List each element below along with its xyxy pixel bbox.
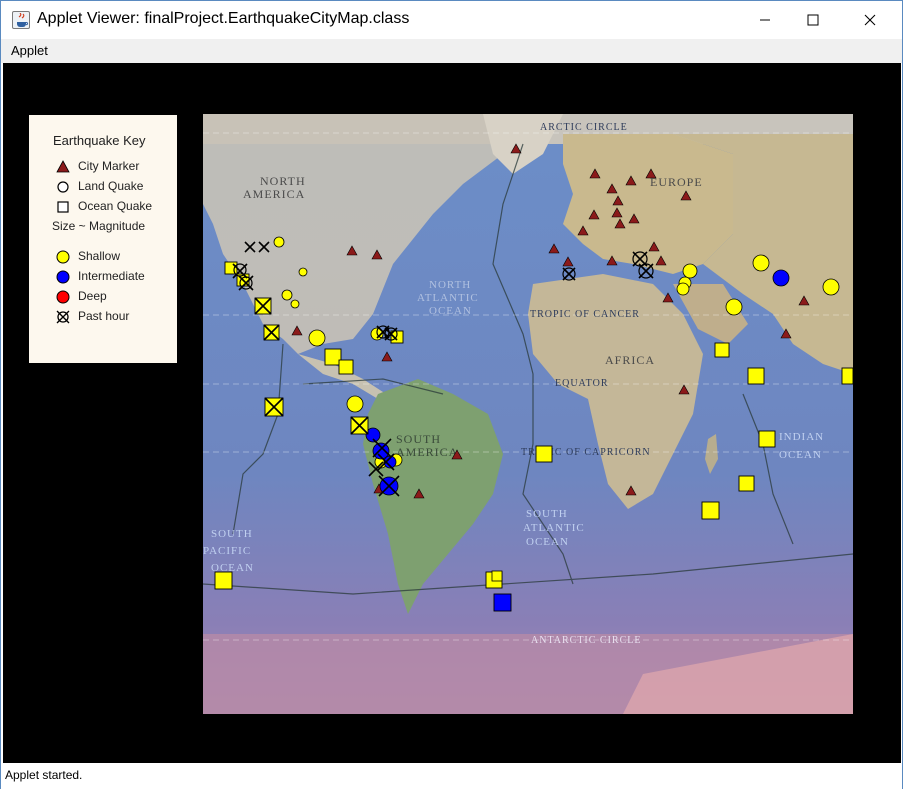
quake-marker[interactable] xyxy=(714,342,730,358)
key-past-hour: Past hour xyxy=(29,307,177,325)
land-quake-icon xyxy=(57,181,69,193)
label-s-pacific-1: SOUTH xyxy=(211,528,253,540)
key-ocean-quake: Ocean Quake xyxy=(29,197,177,215)
label-s-atlantic-2: ATLANTIC xyxy=(523,522,585,534)
quake-marker[interactable] xyxy=(747,367,765,385)
label-antarctic-circle: ANTARCTIC CIRCLE xyxy=(531,635,641,646)
quake-marker[interactable] xyxy=(682,263,698,279)
shallow-icon xyxy=(56,250,70,264)
label-s-america-1: SOUTH xyxy=(396,432,441,446)
key-past-hour-label: Past hour xyxy=(78,309,130,323)
quake-marker[interactable] xyxy=(841,367,853,385)
applet-canvas[interactable]: Earthquake Key City Marker Land Quake Oc… xyxy=(3,63,901,763)
title-bar[interactable]: Applet Viewer: finalProject.EarthquakeCi… xyxy=(1,1,902,39)
maximize-button[interactable] xyxy=(790,1,836,39)
quake-marker[interactable] xyxy=(281,289,293,301)
quake-marker[interactable] xyxy=(214,571,233,590)
label-s-america-2: AMERICA xyxy=(396,445,458,459)
status-text: Applet started. xyxy=(5,768,83,782)
key-title: Earthquake Key xyxy=(53,133,146,148)
label-s-atlantic-3: OCEAN xyxy=(526,536,569,548)
quake-marker[interactable] xyxy=(701,501,720,520)
quake-marker[interactable] xyxy=(535,445,553,463)
key-deep-label: Deep xyxy=(78,289,107,303)
key-intermediate-label: Intermediate xyxy=(78,269,145,283)
map-svg: ARCTIC CIRCLE NORTH AMERICA EUROPE NORTH… xyxy=(203,114,853,714)
key-land-quake-label: Land Quake xyxy=(78,179,144,193)
label-n-atlantic-1: NORTH xyxy=(429,279,471,291)
quake-marker[interactable] xyxy=(308,329,326,347)
ocean-quake-icon xyxy=(57,201,69,213)
label-tropic-cancer: TROPIC OF CANCER xyxy=(530,309,640,320)
label-equator: EQUATOR xyxy=(555,378,608,389)
key-shallow-label: Shallow xyxy=(78,249,121,263)
label-indian-ocean-2: OCEAN xyxy=(779,449,822,461)
java-icon xyxy=(12,11,30,29)
menu-bar: Applet xyxy=(1,39,902,63)
world-map[interactable]: ARCTIC CIRCLE NORTH AMERICA EUROPE NORTH… xyxy=(203,114,853,714)
quake-marker[interactable] xyxy=(290,299,300,309)
quake-marker[interactable] xyxy=(758,430,776,448)
quake-marker[interactable] xyxy=(772,269,790,287)
key-intermediate: Intermediate xyxy=(29,267,177,285)
quake-marker[interactable] xyxy=(224,261,238,275)
ocean-intermediate-quakes xyxy=(493,593,512,612)
deep-icon xyxy=(56,290,70,304)
quake-marker[interactable] xyxy=(725,298,743,316)
key-ocean-quake-label: Ocean Quake xyxy=(78,199,153,213)
earthquake-key: Earthquake Key City Marker Land Quake Oc… xyxy=(29,115,177,363)
close-button[interactable] xyxy=(847,1,893,39)
quake-marker[interactable] xyxy=(338,359,354,375)
label-n-atlantic-3: OCEAN xyxy=(429,305,472,317)
quake-marker[interactable] xyxy=(738,475,755,492)
minimize-button[interactable] xyxy=(742,1,788,39)
key-city-marker-label: City Marker xyxy=(78,159,140,173)
label-s-pacific-2: PACIFIC xyxy=(203,545,251,557)
key-shallow: Shallow xyxy=(29,247,177,265)
past-hour-icon xyxy=(56,310,70,324)
label-s-atlantic-1: SOUTH xyxy=(526,508,568,520)
key-deep: Deep xyxy=(29,287,177,305)
key-city-marker: City Marker xyxy=(29,157,177,175)
quake-marker[interactable] xyxy=(493,593,512,612)
key-size-note: Size ~ Magnitude xyxy=(52,219,146,233)
quake-marker[interactable] xyxy=(273,236,285,248)
label-arctic-circle: ARCTIC CIRCLE xyxy=(540,122,628,133)
quake-marker[interactable] xyxy=(491,570,503,582)
key-land-quake: Land Quake xyxy=(29,177,177,195)
label-north-america-1: NORTH xyxy=(260,174,306,188)
quake-marker[interactable] xyxy=(298,267,308,277)
label-europe: EUROPE xyxy=(650,175,703,189)
quake-marker[interactable] xyxy=(822,278,840,296)
intermediate-icon xyxy=(56,270,70,284)
window-title: Applet Viewer: finalProject.EarthquakeCi… xyxy=(37,10,410,27)
status-bar: Applet started. xyxy=(1,763,902,789)
quake-marker[interactable] xyxy=(346,395,364,413)
label-africa: AFRICA xyxy=(605,353,655,367)
quake-marker[interactable] xyxy=(676,282,690,296)
quake-marker[interactable] xyxy=(752,254,770,272)
city-marker-icon xyxy=(56,160,70,173)
label-indian-ocean-1: INDIAN xyxy=(779,431,824,443)
label-n-atlantic-2: ATLANTIC xyxy=(417,292,479,304)
label-north-america-2: AMERICA xyxy=(243,187,305,201)
menu-applet[interactable]: Applet xyxy=(11,43,48,58)
applet-viewer-window: Applet Viewer: finalProject.EarthquakeCi… xyxy=(0,0,903,789)
